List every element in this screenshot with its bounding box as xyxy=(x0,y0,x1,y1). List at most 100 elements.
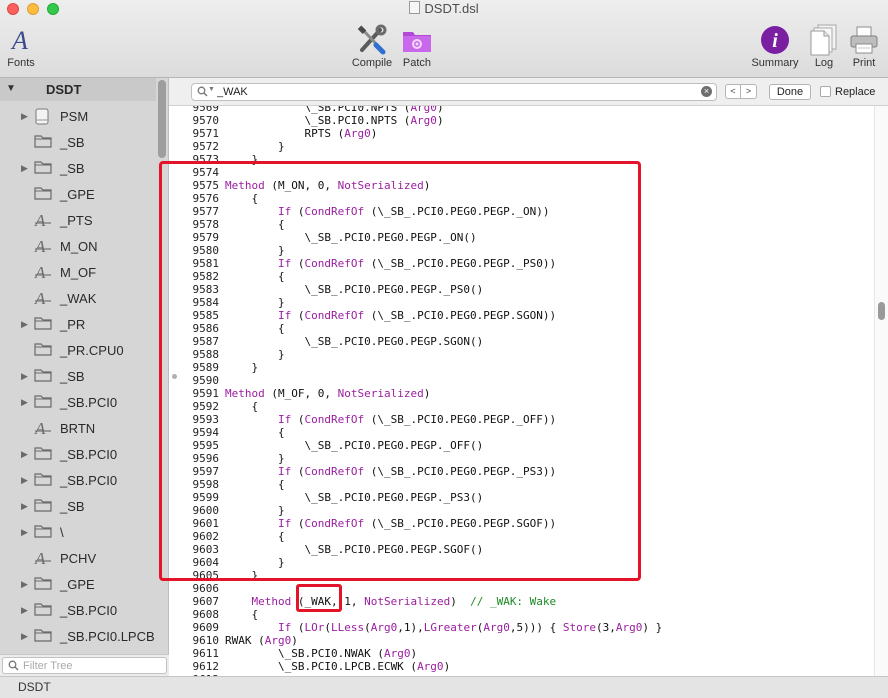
tree-item[interactable]: _GPE xyxy=(0,181,156,207)
code-line[interactable]: 9610 RWAK (Arg0) xyxy=(169,634,298,647)
code-line[interactable]: 9607 Method (_WAK, 1, NotSerialized) // … xyxy=(169,595,557,608)
code-line[interactable]: 9580 } xyxy=(169,244,285,257)
fonts-button[interactable]: A Fonts xyxy=(2,24,40,69)
code-line[interactable]: 9597 If (CondRefOf (\_SB_.PCI0.PEG0.PEGP… xyxy=(169,465,557,478)
code-editor[interactable]: 9569 \_SB.PCI0.NPTS (Arg0) 9570 \_SB.PCI0… xyxy=(169,106,874,676)
code-line[interactable]: 9594 { xyxy=(169,426,285,439)
code-line[interactable]: 9589 } xyxy=(169,361,259,374)
code-line[interactable]: 9578 { xyxy=(169,218,285,231)
code-line[interactable]: 9598 { xyxy=(169,478,285,491)
sidebar-scrollbar[interactable] xyxy=(158,80,166,158)
editor-scroll-thumb[interactable] xyxy=(878,302,885,320)
replace-toggle[interactable]: Replace xyxy=(820,86,875,98)
tree-item[interactable]: A M_OF xyxy=(0,259,156,285)
filter-tree-field[interactable] xyxy=(2,657,167,674)
tree-item[interactable]: A PCHV xyxy=(0,545,156,571)
disclosure-triangle-icon[interactable]: ▶ xyxy=(21,319,28,330)
tree-item[interactable]: ▶ _SB.PCI0 xyxy=(0,467,156,493)
disclosure-triangle-icon[interactable]: ▶ xyxy=(21,579,28,590)
code-line[interactable]: 9571 RPTS (Arg0) xyxy=(169,127,378,140)
disclosure-triangle-icon[interactable]: ▶ xyxy=(21,371,28,382)
splitter-handle[interactable] xyxy=(172,374,177,379)
code-line[interactable]: 9603 \_SB_.PCI0.PEG0.PEGP.SGOF() xyxy=(169,543,484,556)
patch-button[interactable]: Patch xyxy=(396,24,438,69)
log-button[interactable]: Log xyxy=(806,24,842,69)
code-line[interactable]: 9574 xyxy=(169,166,220,179)
code-line[interactable]: 9602 { xyxy=(169,530,285,543)
code-line[interactable]: 9605 } xyxy=(169,569,259,582)
disclosure-triangle-icon[interactable]: ▶ xyxy=(21,397,28,408)
code-line[interactable]: 9572 } xyxy=(169,140,285,153)
code-line[interactable]: 9600 } xyxy=(169,504,285,517)
search-options-chevron-icon[interactable]: ▼ xyxy=(208,86,215,93)
chevron-down-icon[interactable]: ▼ xyxy=(6,83,16,94)
tree-item[interactable]: ▶ _SB.PCI0 xyxy=(0,441,156,467)
disclosure-triangle-icon[interactable]: ▶ xyxy=(21,449,28,460)
disclosure-triangle-icon[interactable]: ▶ xyxy=(21,501,28,512)
disclosure-triangle-icon[interactable]: ▶ xyxy=(21,527,28,538)
tree-item[interactable]: ▶ _SB.PCI0 xyxy=(0,597,156,623)
code-line[interactable]: 9584 } xyxy=(169,296,285,309)
code-line[interactable]: 9592 { xyxy=(169,400,259,413)
summary-button[interactable]: i Summary xyxy=(748,24,802,69)
tree-item[interactable]: ▶ PSM xyxy=(0,103,156,129)
disclosure-triangle-icon[interactable]: ▶ xyxy=(21,163,28,174)
find-input[interactable] xyxy=(217,84,697,100)
code-line[interactable]: 9609 If (LOr(LLess(Arg0,1),LGreater(Arg0… xyxy=(169,621,663,634)
code-line[interactable]: 9573 } xyxy=(169,153,259,166)
code-line[interactable]: 9588 } xyxy=(169,348,285,361)
tree-item[interactable]: ▶ _SB xyxy=(0,363,156,389)
code-line[interactable]: 9581 If (CondRefOf (\_SB_.PCI0.PEG0.PEGP… xyxy=(169,257,557,270)
code-line[interactable]: 9612 \_SB.PCI0.LPCB.ECWK (Arg0) xyxy=(169,660,451,673)
tree-item[interactable]: ▶ _SB xyxy=(0,493,156,519)
code-line[interactable]: 9608 { xyxy=(169,608,259,621)
filter-tree-input[interactable] xyxy=(23,658,163,673)
tree-item[interactable]: ▶ _SB.PCI0 xyxy=(0,389,156,415)
editor-scrollbar[interactable] xyxy=(874,106,888,676)
code-line[interactable]: 9583 \_SB_.PCI0.PEG0.PEGP._PS0() xyxy=(169,283,484,296)
tree-item[interactable]: ▶ _SB.PCI0.LPCB xyxy=(0,623,156,649)
code-line[interactable]: 9595 \_SB_.PCI0.PEG0.PEGP._OFF() xyxy=(169,439,484,452)
code-line[interactable]: 9586 { xyxy=(169,322,285,335)
code-line[interactable]: 9576 { xyxy=(169,192,259,205)
code-line[interactable]: 9604 } xyxy=(169,556,285,569)
tree-item[interactable]: _PR.CPU0 xyxy=(0,337,156,363)
code-line[interactable]: 9569 \_SB.PCI0.NPTS (Arg0) xyxy=(169,106,444,114)
find-field[interactable]: ▼ × xyxy=(191,83,717,101)
code-line[interactable]: 9606 xyxy=(169,582,220,595)
code-line[interactable]: 9585 If (CondRefOf (\_SB_.PCI0.PEG0.PEGP… xyxy=(169,309,557,322)
print-button[interactable]: Print xyxy=(846,24,882,69)
disclosure-triangle-icon[interactable]: ▶ xyxy=(21,631,28,642)
code-line[interactable]: 9601 If (CondRefOf (\_SB_.PCI0.PEG0.PEGP… xyxy=(169,517,557,530)
tree-item[interactable]: A _WAK xyxy=(0,285,156,311)
code-line[interactable]: 9570 \_SB.PCI0.NPTS (Arg0) xyxy=(169,114,444,127)
tree-item[interactable]: ▶ \ xyxy=(0,519,156,545)
tree-item[interactable]: _SB xyxy=(0,129,156,155)
tree-item[interactable]: ▶ _SB xyxy=(0,155,156,181)
tree-item[interactable]: A _PTS xyxy=(0,207,156,233)
code-line[interactable]: 9575 Method (M_ON, 0, NotSerialized) xyxy=(169,179,431,192)
find-next-button[interactable]: > xyxy=(741,84,757,99)
code-line[interactable]: 9596 } xyxy=(169,452,285,465)
code-line[interactable]: 9599 \_SB_.PCI0.PEG0.PEGP._PS3() xyxy=(169,491,484,504)
code-line[interactable]: 9593 If (CondRefOf (\_SB_.PCI0.PEG0.PEGP… xyxy=(169,413,557,426)
disclosure-triangle-icon[interactable]: ▶ xyxy=(21,111,28,122)
compile-button[interactable]: Compile xyxy=(348,24,396,69)
tree-root-dsdt[interactable]: ▼ DSDT xyxy=(0,78,156,101)
tree-item[interactable]: A M_ON xyxy=(0,233,156,259)
disclosure-triangle-icon[interactable]: ▶ xyxy=(21,605,28,616)
code-line[interactable]: 9587 \_SB_.PCI0.PEG0.PEGP.SGON() xyxy=(169,335,484,348)
code-line[interactable]: 9613 xyxy=(169,673,220,676)
clear-search-icon[interactable]: × xyxy=(701,86,712,97)
code-line[interactable]: 9591 Method (M_OF, 0, NotSerialized) xyxy=(169,387,431,400)
disclosure-triangle-icon[interactable]: ▶ xyxy=(21,475,28,486)
tree-item[interactable]: ▶ _PR xyxy=(0,311,156,337)
code-line[interactable]: 9582 { xyxy=(169,270,285,283)
tree-item[interactable]: A BRTN xyxy=(0,415,156,441)
code-line[interactable]: 9577 If (CondRefOf (\_SB_.PCI0.PEG0.PEGP… xyxy=(169,205,550,218)
code-line[interactable]: 9611 \_SB.PCI0.NWAK (Arg0) xyxy=(169,647,418,660)
code-line[interactable]: 9579 \_SB_.PCI0.PEG0.PEGP._ON() xyxy=(169,231,477,244)
replace-checkbox[interactable] xyxy=(820,86,831,97)
tree-item[interactable]: ▶ _GPE xyxy=(0,571,156,597)
done-button[interactable]: Done xyxy=(769,84,811,100)
